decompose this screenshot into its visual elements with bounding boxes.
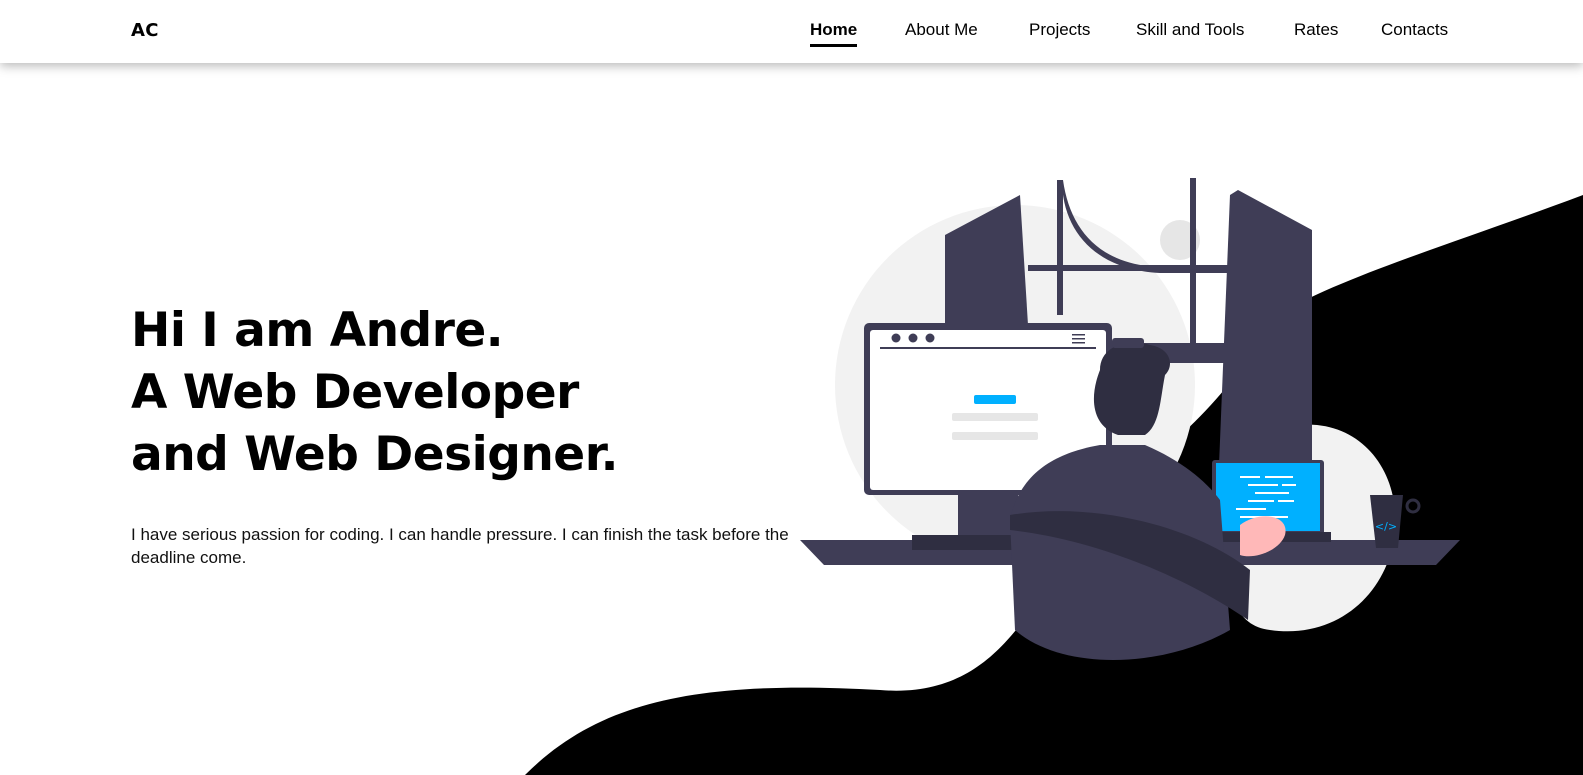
nav-contacts[interactable]: Contacts bbox=[1381, 20, 1448, 44]
hero-title-line-2: A Web Developer bbox=[131, 365, 579, 420]
hero-illustration: </> bbox=[800, 178, 1460, 660]
nav-menu: Home About Me Projects Skill and Tools R… bbox=[0, 20, 1583, 50]
svg-text:</>: </> bbox=[1375, 520, 1397, 533]
code-icon: </> bbox=[1375, 520, 1397, 533]
hero-title-line-3: and Web Designer. bbox=[131, 427, 619, 482]
hero-title: Hi I am Andre. A Web Developer and Web D… bbox=[131, 300, 619, 486]
nav-home[interactable]: Home bbox=[810, 20, 858, 47]
hero-title-line-1: Hi I am Andre. bbox=[131, 303, 504, 358]
nav-about-me[interactable]: About Me bbox=[905, 20, 978, 44]
hero-description: I have serious passion for coding. I can… bbox=[131, 525, 789, 567]
nav-projects[interactable]: Projects bbox=[1029, 20, 1090, 44]
top-navbar: AC Home About Me Projects Skill and Tool… bbox=[0, 0, 1583, 63]
nav-rates[interactable]: Rates bbox=[1294, 20, 1338, 44]
nav-skill-and-tools[interactable]: Skill and Tools bbox=[1136, 20, 1244, 44]
